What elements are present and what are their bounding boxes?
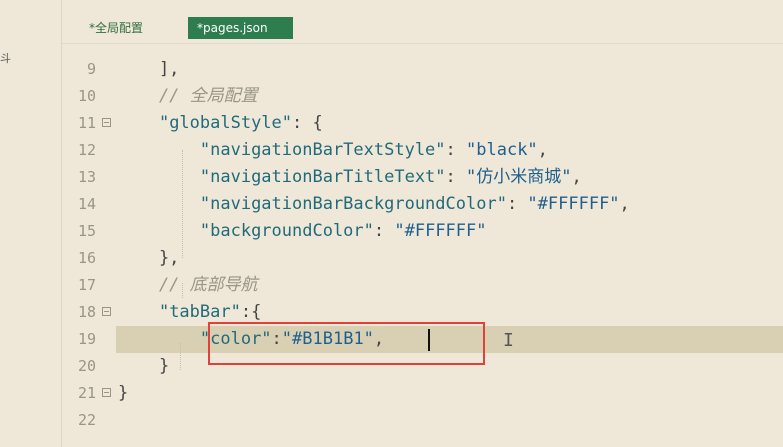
code-punct: : [445,167,467,187]
fold-toggle-icon[interactable] [102,388,111,397]
code-text: } [118,353,169,380]
code-text: // 底部导航 [118,272,258,299]
code-text: "navigationBarTitleText": "仿小米商城", [118,164,582,191]
code-text: // 全局配置 [118,83,258,110]
code-punct: ], [118,59,180,79]
line-number: 13 [77,168,96,186]
editor-tab-bar: *全局配置 *pages.json [62,0,783,44]
left-panel-clipped-text: 斗 [0,52,11,65]
code-text: "globalStyle": { [118,110,323,137]
code-string: "#FFFFFF" [394,221,487,241]
code-line[interactable]: 12 "navigationBarTextStyle": "black", [62,137,783,164]
line-number: 15 [77,222,96,240]
code-key: "navigationBarTitleText" [199,167,446,187]
line-number: 14 [77,195,96,213]
code-text: }, [118,245,179,272]
line-number: 17 [77,276,96,294]
indent-guide [182,150,183,258]
line-number: 22 [77,411,96,429]
indent-guide [182,283,183,298]
code-punct [118,167,200,187]
code-line[interactable]: 14 "navigationBarBackgroundColor": "#FFF… [62,191,783,218]
code-text: } [118,380,128,407]
code-text: "backgroundColor": "#FFFFFF" [118,218,487,245]
line-number: 9 [86,60,96,78]
code-punct [118,194,200,214]
code-punct: , [619,194,630,214]
code-punct: , [537,140,548,160]
code-editor[interactable]: 9 ], 10 // 全局配置 11 "globalStyle": {12 "nav… [62,56,783,447]
code-text: "navigationBarBackgroundColor": "#FFFFFF… [118,191,630,218]
line-number: 20 [77,357,96,375]
text-cursor [428,329,430,351]
code-punct [118,140,200,160]
code-comment: // 全局配置 [118,86,258,106]
code-line[interactable]: 9 ], [62,56,783,83]
fold-toggle-icon[interactable] [102,118,111,127]
line-number: 10 [77,87,96,105]
code-punct [118,113,159,133]
code-line[interactable]: 15 "backgroundColor": "#FFFFFF" [62,218,783,245]
code-punct: } [118,356,170,376]
code-punct [118,221,200,241]
code-line[interactable]: 21} [62,380,783,407]
code-line[interactable]: 13 "navigationBarTitleText": "仿小米商城", [62,164,783,191]
ibeam-cursor-icon: I [503,330,514,351]
code-key: "tabBar" [158,302,241,322]
code-punct: } [118,383,129,403]
code-line[interactable]: 17 // 底部导航 [62,272,783,299]
line-number: 19 [77,330,96,348]
annotation-highlight-box [208,322,485,365]
code-punct: }, [118,248,180,268]
line-number: 21 [77,384,96,402]
code-punct: :{ [240,302,262,322]
code-key: "navigationBarTextStyle" [199,140,446,160]
code-text: ], [118,56,179,83]
line-number: 11 [77,114,96,132]
code-string: "#FFFFFF" [527,194,620,214]
line-number: 12 [77,141,96,159]
code-line[interactable]: 22 [62,407,783,434]
code-string: "black" [466,140,538,160]
code-key: "globalStyle" [158,113,293,133]
code-string: "仿小米商城" [466,167,572,187]
left-panel: 斗 [0,0,62,447]
code-line[interactable]: 16 }, [62,245,783,272]
line-number: 18 [77,303,96,321]
line-number: 16 [77,249,96,267]
code-punct [118,329,200,349]
code-comment: // 底部导航 [118,275,258,295]
code-key: "backgroundColor" [199,221,374,241]
code-punct [118,302,159,322]
tab-global-config[interactable]: *全局配置 [80,17,152,39]
code-punct: : { [292,113,323,133]
code-line[interactable]: 11 "globalStyle": { [62,110,783,137]
code-line[interactable]: 10 // 全局配置 [62,83,783,110]
code-punct: : [445,140,467,160]
code-punct: : [373,221,395,241]
code-punct: , [571,167,582,187]
code-key: "navigationBarBackgroundColor" [199,194,507,214]
fold-toggle-icon[interactable] [102,307,111,316]
indent-guide [180,343,181,370]
code-punct: : [506,194,528,214]
tab-pages-json[interactable]: *pages.json [188,17,293,39]
